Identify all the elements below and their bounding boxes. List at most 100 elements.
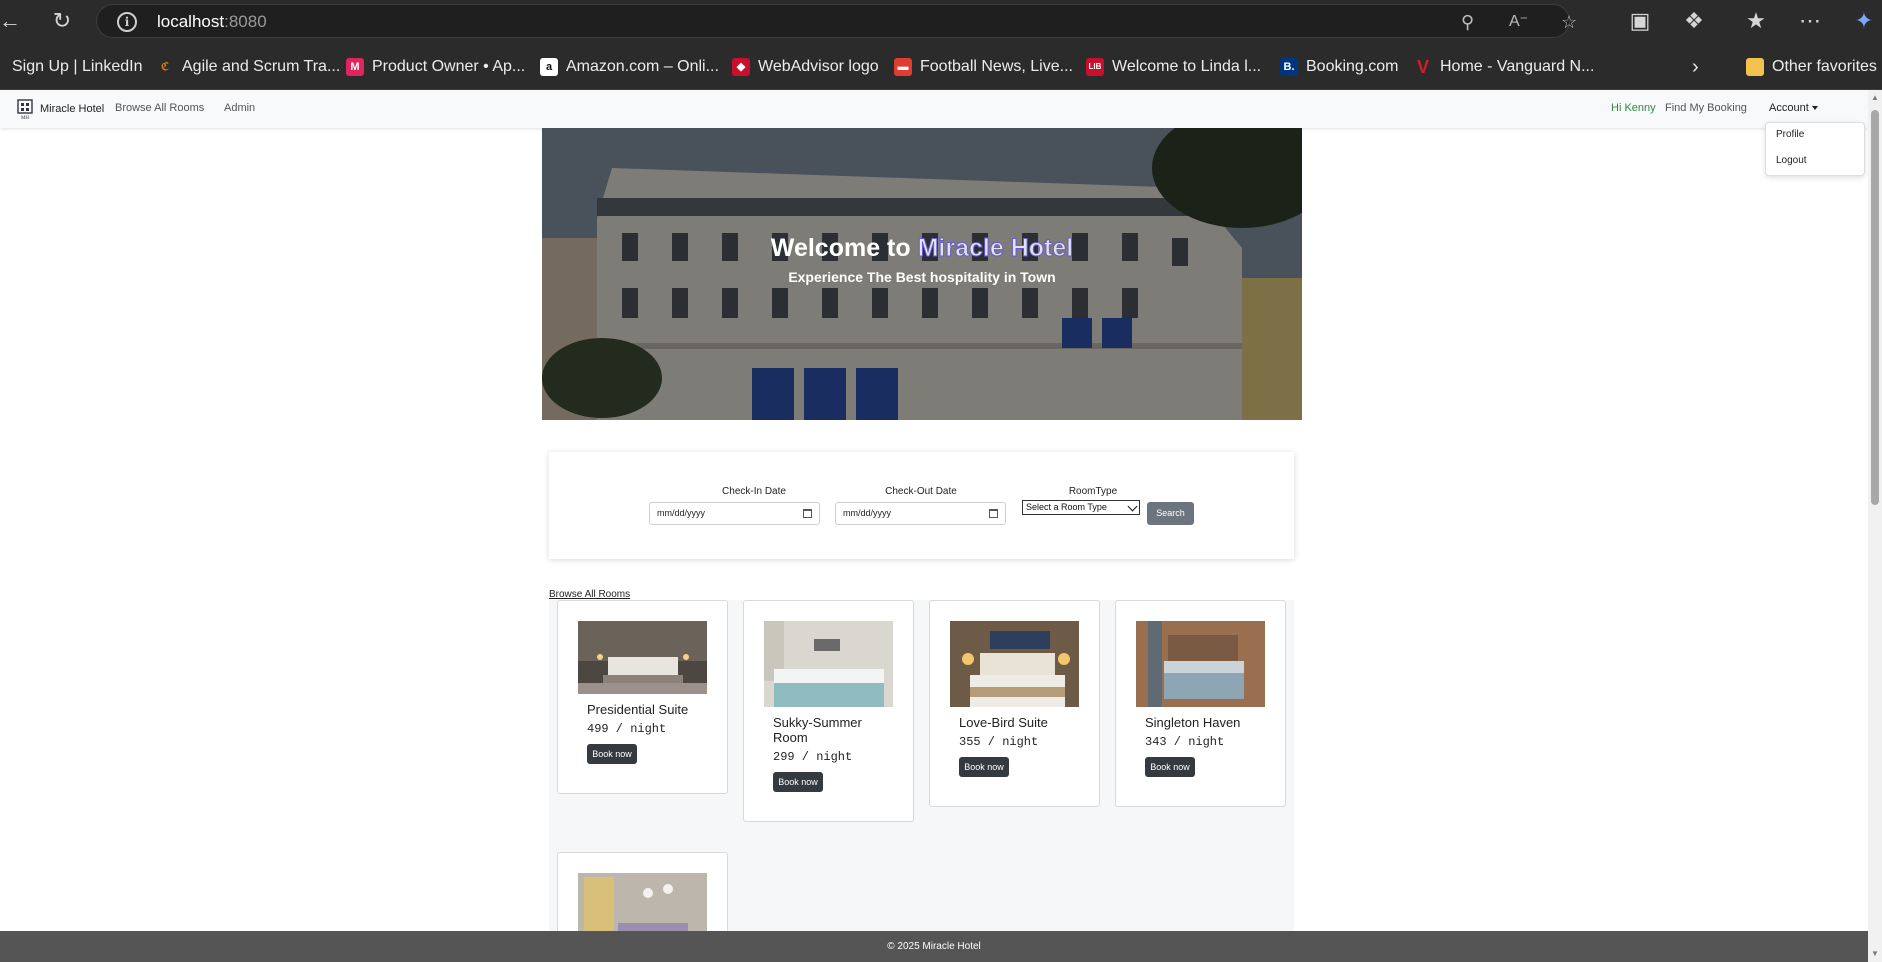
scroll-down-icon[interactable]: ▼ [1870, 950, 1880, 958]
copilot-icon[interactable]: ✦ [1846, 0, 1882, 42]
room-name: Love-Bird Suite [959, 715, 1048, 730]
brand-link[interactable]: MH Miracle Hotel [16, 98, 104, 120]
bookmark-vanguard[interactable]: V Home - Vanguard N... [1414, 56, 1594, 78]
collections-icon[interactable]: ▣ [1622, 0, 1658, 42]
roomtype-selected-value: Select a Room Type [1026, 502, 1107, 512]
other-favorites[interactable]: Other favorites [1746, 56, 1877, 78]
bookmark-label: Agile and Scrum Tra... [182, 58, 341, 75]
browse-all-rooms-link[interactable]: Browse All Rooms [549, 589, 630, 600]
dropdown-profile[interactable]: Profile [1776, 129, 1804, 140]
hero-banner: Welcome to Miracle Hotel Experience The … [542, 128, 1302, 420]
room-card: Presidential Suite 499 / night Book now [557, 600, 728, 794]
bookmark-label: Welcome to Linda l... [1112, 58, 1262, 75]
hero-title: Welcome to Miracle Hotel [542, 234, 1302, 263]
checkin-label: Check-In Date [722, 486, 786, 497]
checkout-label: Check-Out Date [885, 486, 957, 497]
more-menu-icon[interactable]: ⋯ [1792, 0, 1828, 42]
bookmark-label: Home - Vanguard N... [1440, 58, 1595, 75]
bookmark-label: Football News, Live... [920, 58, 1073, 75]
room-price: 299 / night [773, 750, 853, 764]
caret-down-icon [1811, 106, 1818, 111]
agile-icon: ℭ [161, 61, 169, 73]
room-name: Presidential Suite [587, 702, 689, 717]
nav-greeting[interactable]: Hi Kenny [1611, 102, 1656, 114]
account-dropdown-menu: Profile Logout [1765, 122, 1865, 176]
calendar-icon[interactable] [989, 509, 998, 518]
bookmarks-bar: Sign Up | LinkedIn ℭ Agile and Scrum Tra.… [0, 42, 1882, 90]
site-info-icon[interactable]: i [117, 12, 137, 32]
book-now-button[interactable]: Book now [959, 757, 1009, 777]
bookmark-amazon[interactable]: a Amazon.com – Onli... [540, 56, 719, 78]
scroll-up-icon[interactable]: ▲ [1870, 94, 1880, 102]
address-bar[interactable]: i localhost:8080 ⚲ A⁻ ☆ [96, 4, 1577, 39]
room-card: Sukky-Summer Room 299 / night Book now [743, 600, 914, 822]
folder-icon [1746, 58, 1764, 76]
chevron-down-icon [1127, 501, 1138, 512]
other-favorites-label: Other favorites [1772, 58, 1877, 75]
booking-icon: B. [1280, 58, 1298, 76]
more-bookmarks-chevron-icon[interactable]: › [1692, 56, 1699, 78]
room-image [764, 621, 893, 707]
shield-icon: ◆ [732, 58, 750, 76]
nav-account-toggle[interactable]: Account [1769, 102, 1818, 114]
roomtype-select[interactable]: Select a Room Type [1022, 500, 1140, 515]
back-arrow-icon[interactable]: ← [0, 0, 28, 42]
nav-browse-all-rooms[interactable]: Browse All Rooms [115, 102, 204, 114]
site-footer: © 2025 Miracle Hotel [0, 931, 1868, 962]
bookmark-label: Amazon.com – Onli... [566, 58, 719, 75]
bookmark-linda[interactable]: LIB Welcome to Linda l... [1086, 56, 1261, 78]
bookmark-label: Booking.com [1306, 58, 1399, 75]
scrollbar-thumb[interactable] [1871, 110, 1879, 505]
read-aloud-icon[interactable]: A⁻ [1509, 5, 1528, 39]
room-image [1136, 621, 1265, 707]
bookmark-product-owner[interactable]: M Product Owner • Ap... [346, 56, 525, 78]
account-label: Account [1769, 102, 1809, 114]
bookmark-webadvisor[interactable]: ◆ WebAdvisor logo [732, 56, 879, 78]
room-name: Singleton Haven [1145, 715, 1241, 730]
search-button[interactable]: Search [1147, 502, 1194, 525]
search-form-card: Check-In Date mm/dd/yyyy Check-Out Date … [549, 452, 1294, 559]
web-page: MH Miracle Hotel Browse All Rooms Admin … [0, 90, 1868, 962]
m-icon: M [346, 58, 364, 76]
nav-admin[interactable]: Admin [224, 102, 255, 114]
book-now-button[interactable]: Book now [773, 772, 823, 792]
nav-find-my-booking[interactable]: Find My Booking [1665, 102, 1747, 114]
room-image [950, 621, 1079, 707]
url-text[interactable]: localhost:8080 [157, 12, 267, 32]
amazon-icon: a [540, 58, 558, 76]
room-card: Singleton Haven 343 / night Book now [1115, 600, 1286, 807]
bookmark-booking[interactable]: B. Booking.com [1280, 56, 1399, 78]
room-name: Sukky-Summer Room [773, 715, 862, 745]
dropdown-logout[interactable]: Logout [1776, 155, 1807, 166]
bookmark-label: WebAdvisor logo [758, 58, 879, 75]
checkout-date-input[interactable]: mm/dd/yyyy [835, 502, 1006, 525]
refresh-icon[interactable]: ↻ [44, 0, 80, 42]
bookmark-linkedin[interactable]: Sign Up | LinkedIn [12, 56, 142, 78]
bookmark-label: Sign Up | LinkedIn [12, 58, 143, 75]
checkin-date-input[interactable]: mm/dd/yyyy [649, 502, 820, 525]
favorites-icon[interactable]: ★ [1738, 0, 1774, 42]
room-card: Love-Bird Suite 355 / night Book now [929, 600, 1100, 807]
svg-text:MH: MH [21, 116, 29, 120]
zoom-icon[interactable]: ⚲ [1461, 5, 1474, 39]
browser-toolbar: ← ↻ i localhost:8080 ⚲ A⁻ ☆ ▣ ❖ ★ ⋯ ✦ [0, 0, 1882, 42]
favorite-star-icon[interactable]: ☆ [1561, 5, 1577, 39]
book-now-button[interactable]: Book now [587, 744, 637, 764]
book-now-button[interactable]: Book now [1145, 757, 1195, 777]
room-image [578, 621, 707, 694]
hero-title-prefix: Welcome to [770, 234, 918, 262]
checkout-placeholder: mm/dd/yyyy [843, 508, 892, 518]
roomtype-label: RoomType [1068, 486, 1118, 497]
room-price: 343 / night [1145, 735, 1225, 749]
bookmark-agile[interactable]: ℭ Agile and Scrum Tra... [156, 56, 340, 78]
bookmark-label: Product Owner • Ap... [372, 58, 526, 75]
hotel-logo-icon: MH [17, 99, 33, 120]
bookmark-football[interactable]: ▬ Football News, Live... [894, 56, 1073, 78]
calendar-icon[interactable] [803, 509, 812, 518]
hero-title-accent: Miracle Hotel [917, 234, 1074, 263]
brand-name: Miracle Hotel [40, 103, 105, 115]
hero-subtitle: Experience The Best hospitality in Town [788, 269, 1056, 285]
page-scrollbar[interactable]: ▲ ▼ [1868, 90, 1882, 962]
extensions-icon[interactable]: ❖ [1676, 0, 1712, 42]
vanguard-icon: V [1416, 57, 1429, 77]
